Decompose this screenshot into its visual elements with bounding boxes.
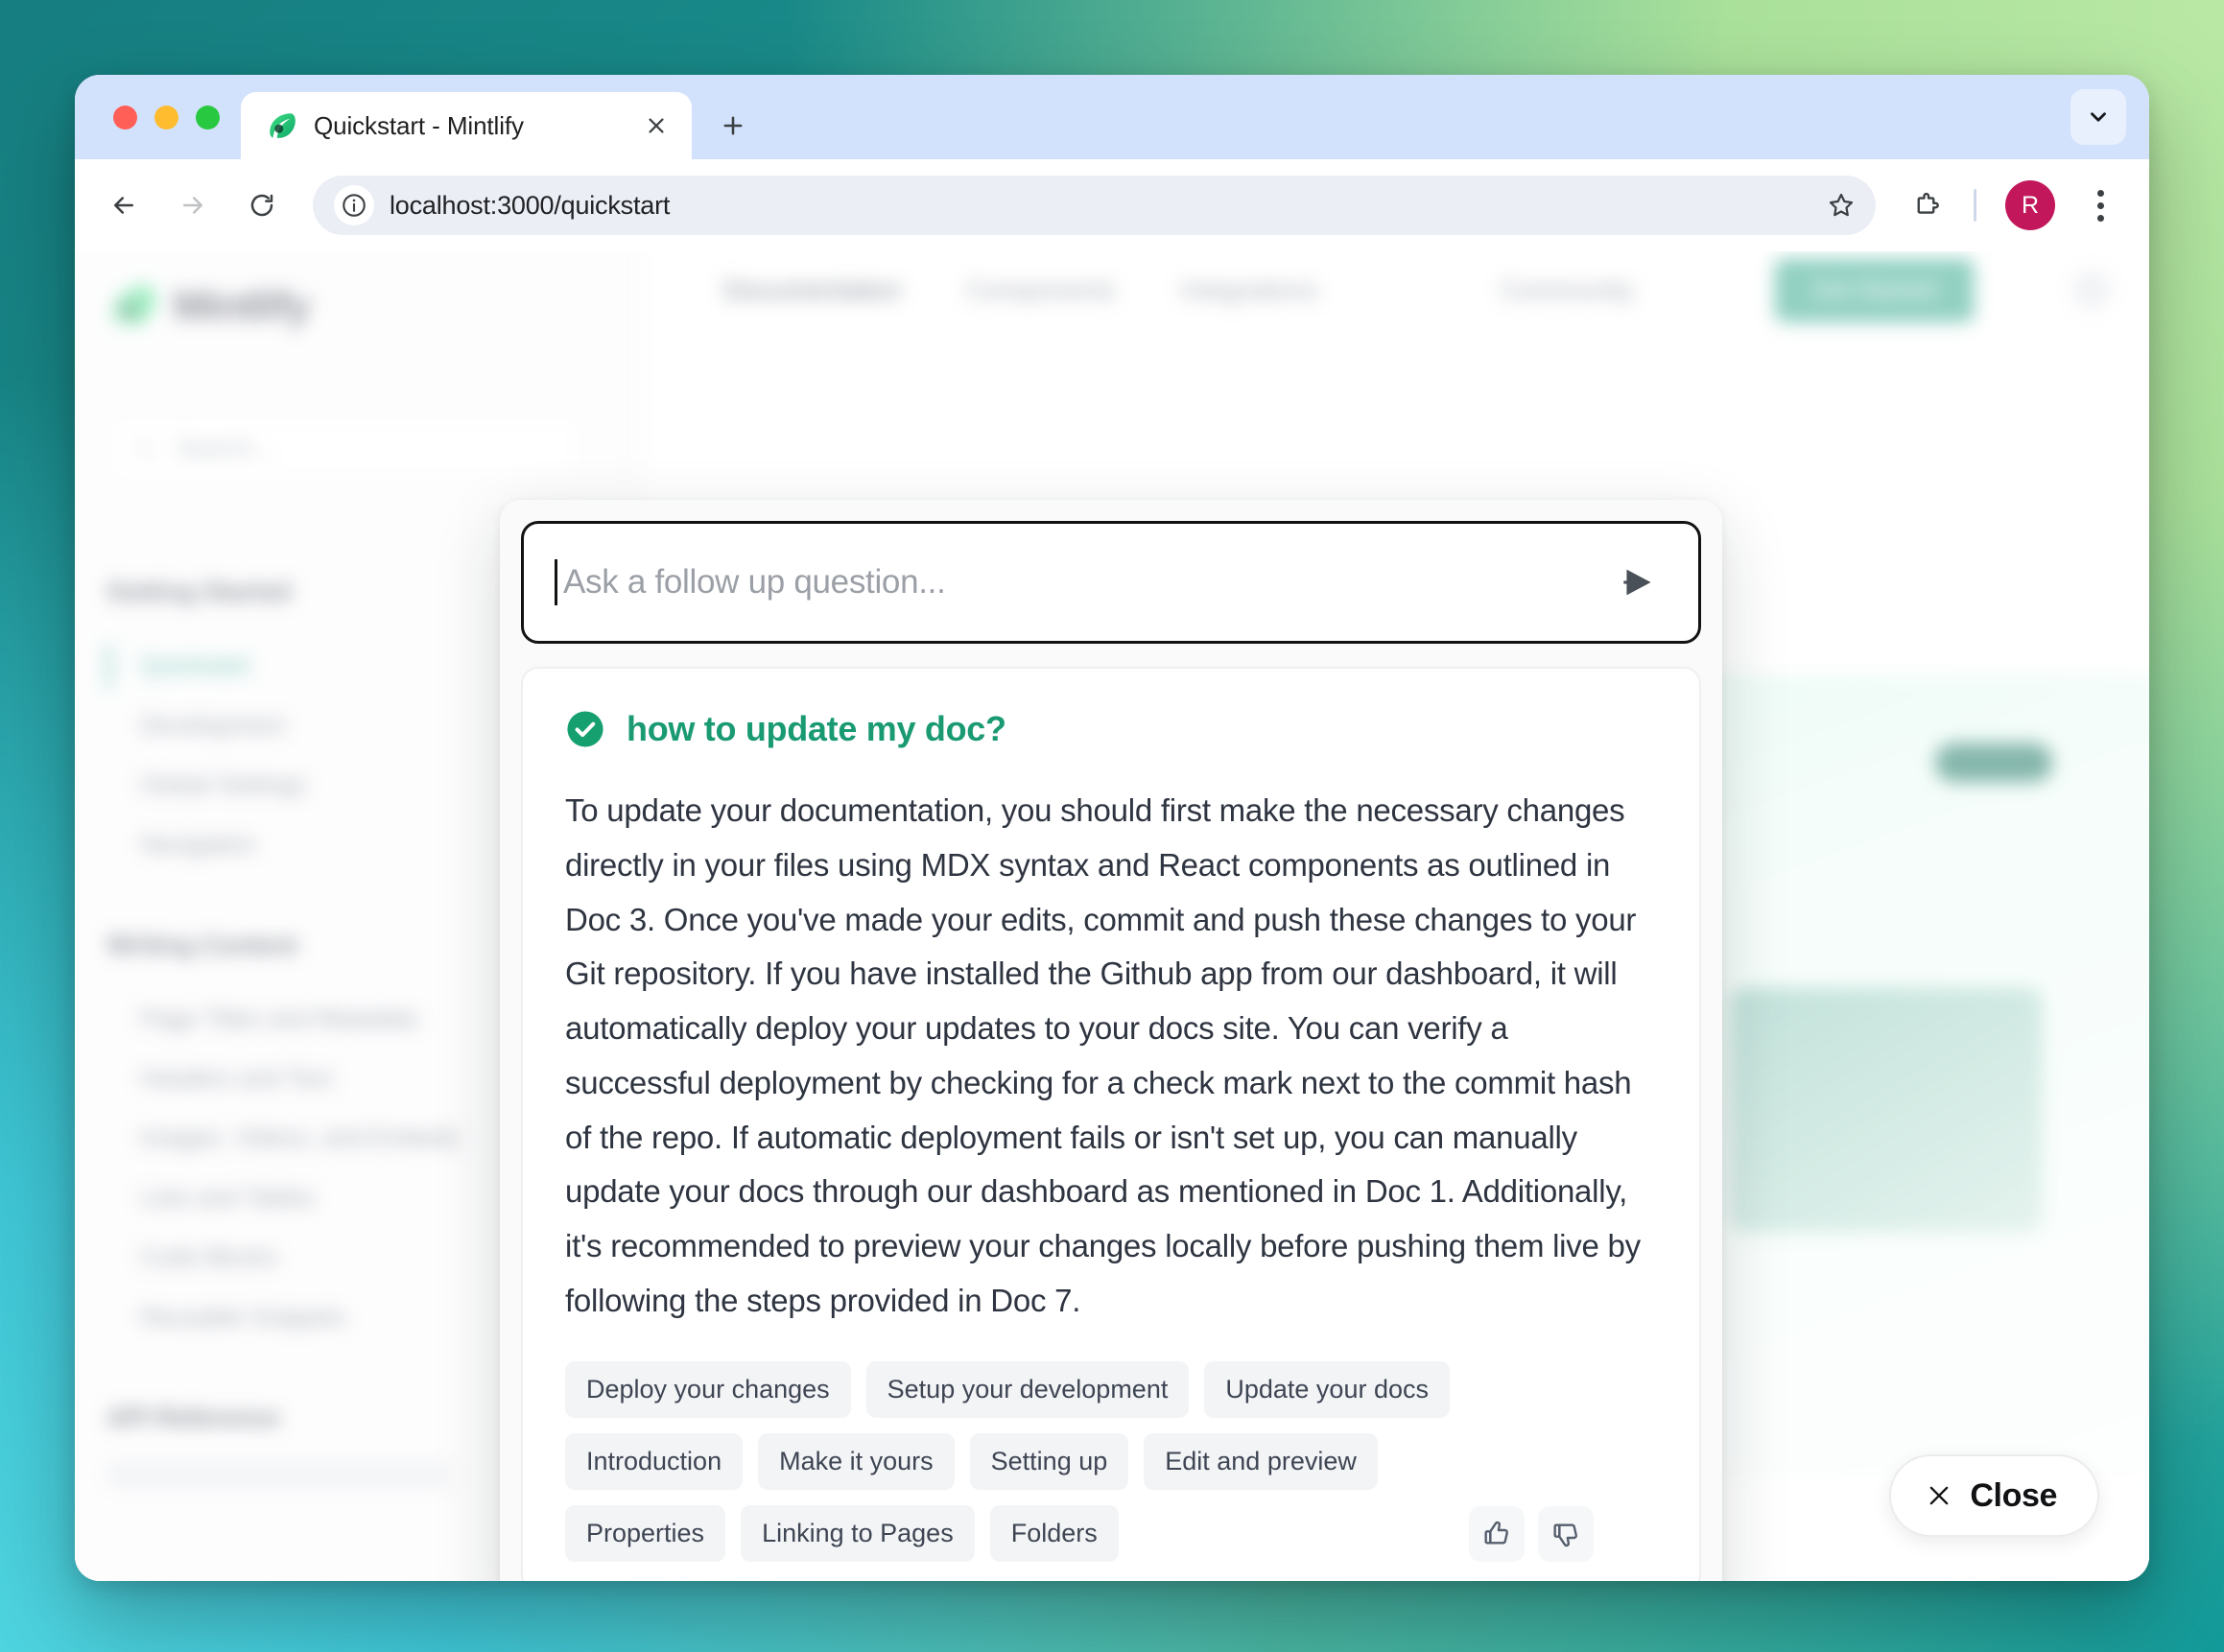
reload-icon [250, 194, 273, 217]
close-x-icon [1930, 1486, 1949, 1505]
chat-modal: Ask a follow up question... how to updat… [500, 500, 1722, 1581]
source-chip[interactable]: Folders [989, 1504, 1119, 1562]
close-window-button[interactable] [113, 105, 137, 130]
source-chip[interactable]: Setup your development [865, 1360, 1190, 1418]
chat-feedback-buttons [1469, 1505, 1594, 1562]
info-circle-icon [343, 194, 366, 217]
chat-answer-card: how to update my doc? To update your doc… [521, 667, 1701, 1581]
browser-menu-button[interactable] [2074, 179, 2126, 231]
avatar[interactable]: R [2005, 180, 2055, 230]
chat-sources-area: Deploy your changes Setup your developme… [565, 1360, 1657, 1562]
tab-title: Quickstart - Mintlify [314, 110, 524, 140]
thumbs-down-button[interactable] [1538, 1505, 1594, 1562]
plus-icon [723, 116, 743, 135]
minimize-window-button[interactable] [154, 105, 178, 130]
window-traffic-lights [100, 75, 241, 159]
address-bar[interactable]: localhost:3000/quickstart [313, 176, 1876, 235]
back-button[interactable] [94, 176, 154, 235]
thumbs-down-icon [1553, 1522, 1577, 1546]
source-chip[interactable]: Linking to Pages [741, 1504, 975, 1562]
puzzle-piece-icon [1917, 192, 1939, 214]
toolbar-divider [1974, 189, 1976, 222]
extensions-button[interactable] [1899, 177, 1954, 233]
browser-toolbar: localhost:3000/quickstart R [75, 159, 2149, 251]
thumbs-up-icon [1484, 1521, 1508, 1545]
source-chip[interactable]: Deploy your changes [565, 1360, 851, 1418]
address-bar-url: localhost:3000/quickstart [390, 190, 671, 220]
kebab-dot [2096, 201, 2104, 209]
close-button-label: Close [1970, 1476, 2057, 1514]
chevron-down-icon [2091, 112, 2106, 122]
tab-close-icon[interactable] [638, 107, 674, 144]
reload-button[interactable] [232, 176, 292, 235]
thumbs-up-button[interactable] [1469, 1505, 1525, 1562]
source-chip[interactable]: Update your docs [1204, 1360, 1450, 1418]
chat-question-text: how to update my doc? [627, 709, 1006, 748]
browser-tab-strip: Quickstart - Mintlify [75, 75, 2149, 159]
text-caret [555, 559, 557, 605]
chat-question-row: how to update my doc? [565, 709, 1657, 749]
arrow-right-icon [183, 197, 202, 214]
tabstrip-right-controls [2070, 75, 2149, 159]
kebab-dot [2096, 214, 2104, 222]
tab-search-button[interactable] [2070, 89, 2126, 145]
chat-answer-body: To update your documentation, you should… [565, 792, 1641, 1318]
page-viewport: Mintlify Search... Getting Started Quick… [75, 251, 2149, 1581]
browser-tab[interactable]: Quickstart - Mintlify [241, 92, 692, 159]
chat-input-placeholder: Ask a follow up question... [563, 563, 946, 601]
forward-button[interactable] [163, 176, 223, 235]
browser-window: Quickstart - Mintlify localhost:3000/qui… [75, 75, 2149, 1581]
kebab-dot [2096, 189, 2104, 197]
site-info-icon[interactable] [334, 185, 374, 225]
source-chip[interactable]: Properties [565, 1504, 726, 1562]
send-button[interactable] [1612, 555, 1666, 609]
close-button[interactable]: Close [1889, 1454, 2099, 1537]
bookmark-button[interactable] [1816, 180, 1866, 230]
maximize-window-button[interactable] [196, 105, 220, 130]
mintlify-leaf-icon [270, 113, 296, 138]
star-icon [1829, 193, 1854, 217]
chat-input-wrapper[interactable]: Ask a follow up question... [521, 521, 1701, 644]
new-tab-button[interactable] [707, 100, 759, 152]
arrow-left-icon [114, 197, 133, 214]
source-chip[interactable]: Make it yours [758, 1432, 955, 1490]
source-chip[interactable]: Introduction [565, 1432, 744, 1490]
chat-source-chips: Deploy your changes Setup your developme… [565, 1360, 1515, 1562]
check-circle-icon [567, 711, 603, 747]
source-chip[interactable]: Setting up [969, 1432, 1129, 1490]
source-chip[interactable]: Edit and preview [1144, 1432, 1378, 1490]
send-arrow-icon [1623, 569, 1651, 596]
desktop-background: Quickstart - Mintlify localhost:3000/qui… [0, 0, 2224, 1652]
